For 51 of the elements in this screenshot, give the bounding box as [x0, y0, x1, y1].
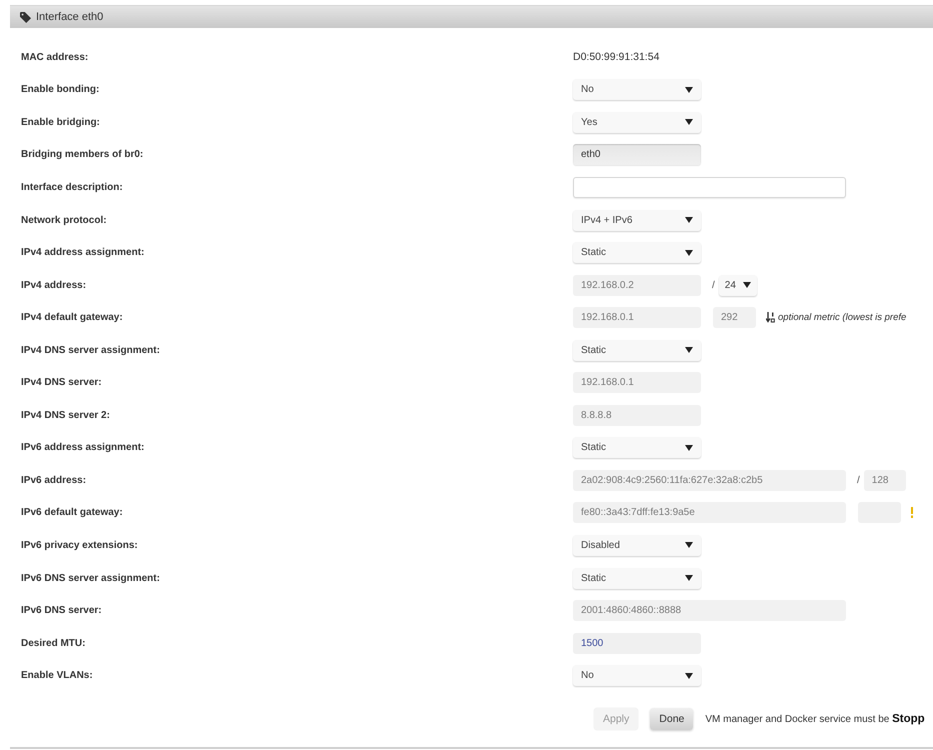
- caret-icon: [685, 86, 693, 93]
- dropdown[interactable]: Yes: [573, 112, 701, 133]
- metric-hint: optional metric (lowest is prefe: [778, 312, 906, 324]
- sort-icon: [766, 312, 775, 324]
- field-label: IPv4 default gateway:: [20, 312, 124, 324]
- field-label: Desired MTU:: [20, 638, 86, 649]
- text-field[interactable]: [573, 176, 846, 198]
- field-label: IPv4 DNS server assignment:: [20, 344, 161, 356]
- done-button[interactable]: Done: [650, 708, 694, 730]
- field-label: IPv6 DNS server assignment:: [20, 572, 161, 584]
- dropdown[interactable]: Disabled: [573, 534, 701, 556]
- caret-icon: [685, 250, 693, 256]
- field-label: IPv4 DNS server:: [20, 377, 103, 388]
- dropdown[interactable]: Static: [573, 568, 701, 589]
- field-label: Bridging members of br0:: [20, 149, 144, 160]
- tag-icon: [20, 12, 31, 22]
- dropdown[interactable]: Static: [573, 437, 701, 458]
- field-label: IPv6 privacy extensions:: [20, 540, 139, 551]
- field-label: IPv4 address:: [20, 280, 88, 291]
- dropdown[interactable]: IPv4 + IPv6: [573, 210, 701, 230]
- field-value: D0:50:99:91:31:54: [573, 51, 660, 64]
- field-label: IPv4 address assignment:: [20, 247, 146, 258]
- dropdown[interactable]: Static: [573, 340, 701, 361]
- dropdown[interactable]: Static: [573, 242, 701, 264]
- field-label: MAC address:: [20, 52, 90, 63]
- input-field[interactable]: 1500: [573, 632, 701, 654]
- field-label: Enable bridging:: [20, 116, 101, 128]
- caret-icon: [685, 217, 693, 223]
- caret-icon: [685, 119, 693, 126]
- field-label: Enable VLANs:: [20, 670, 94, 682]
- field-label: IPv4 DNS server 2:: [20, 410, 111, 421]
- field-label: Interface description:: [20, 182, 124, 193]
- separator-slash: /: [857, 474, 860, 486]
- dropdown[interactable]: No: [573, 79, 701, 100]
- field-label: Network protocol:: [20, 214, 108, 226]
- panel-title: Interface eth0: [36, 11, 104, 23]
- field-label: IPv6 address:: [20, 474, 88, 486]
- separator-slash: /: [712, 280, 715, 291]
- caret-icon: [685, 672, 693, 679]
- list-field[interactable]: eth0: [573, 144, 701, 166]
- caret-icon: [685, 444, 693, 451]
- service-note: VM manager and Docker service must be Stopp: [705, 712, 925, 725]
- dropdown[interactable]: No: [573, 665, 701, 686]
- caret-icon: [685, 347, 693, 354]
- field-label: IPv6 address assignment:: [20, 442, 146, 454]
- field-label: IPv6 default gateway:: [20, 507, 124, 518]
- caret-icon: [742, 282, 751, 288]
- field-label: Enable bonding:: [20, 84, 100, 96]
- caret-icon: [685, 575, 693, 582]
- caret-icon: [685, 542, 693, 548]
- field-label: IPv6 DNS server:: [20, 605, 103, 616]
